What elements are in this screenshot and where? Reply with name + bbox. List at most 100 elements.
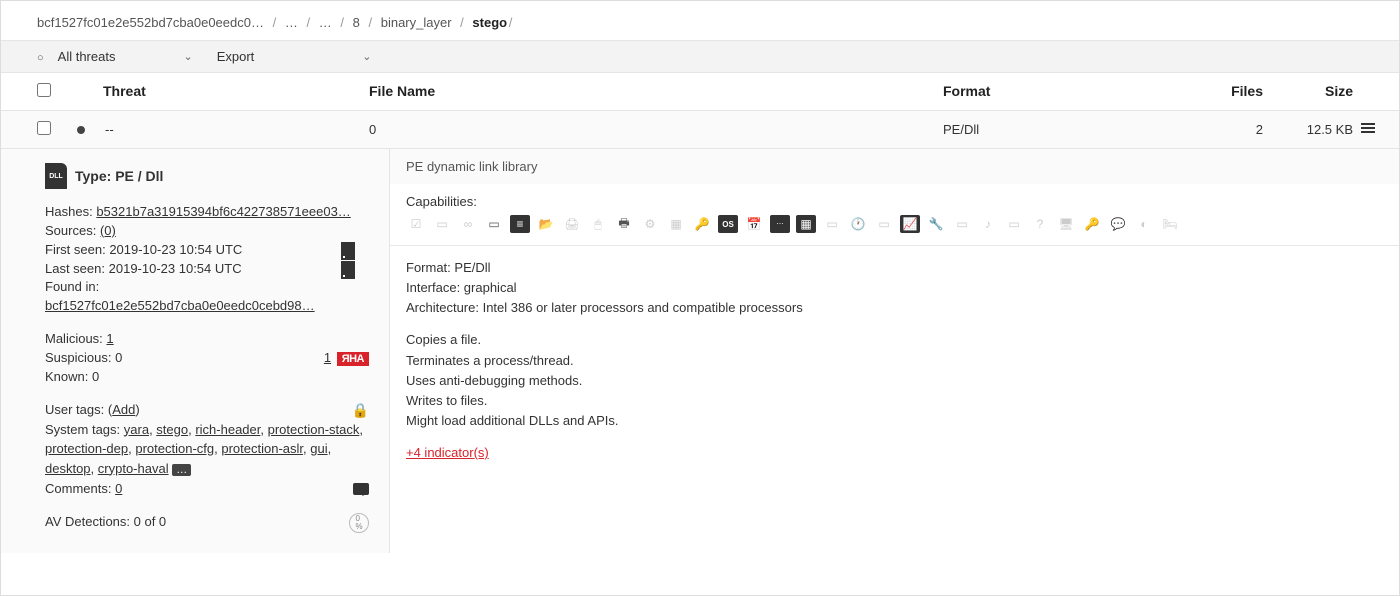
app-window: bcf1527fc01e2e552bd7cba0e0eedc0… / … / ……	[0, 0, 1400, 596]
cap-icon[interactable]: ▭	[432, 215, 452, 233]
select-all-checkbox[interactable]	[37, 83, 51, 97]
format-line: Format: PE/Dll	[406, 258, 1383, 278]
cap-icon[interactable]: ☑	[406, 215, 426, 233]
filename-value: 0	[369, 122, 943, 137]
cap-icon[interactable]: 🛏	[1160, 215, 1180, 233]
left-panel: DLL Type: PE / Dll Hashes: b5321b7a31915…	[1, 149, 389, 553]
interface-line: Interface: graphical	[406, 278, 1383, 298]
found-in-link[interactable]: bcf1527fc01e2e552bd7cba0e0eedc0cebd98…	[45, 298, 315, 313]
row-checkbox[interactable]	[37, 121, 51, 135]
cap-icon[interactable]: 🔧	[926, 215, 946, 233]
cap-icon[interactable]: ∞	[458, 215, 478, 233]
right-panel: PE dynamic link library Capabilities: ☑ …	[389, 149, 1399, 553]
chevron-down-icon: ⌄	[183, 50, 192, 63]
tag-protection-aslr[interactable]: protection-aslr	[221, 441, 303, 456]
dll-file-icon: DLL	[45, 163, 67, 189]
tag-crypto-haval[interactable]: crypto-haval	[98, 461, 169, 476]
malicious-link[interactable]: 1	[106, 331, 113, 346]
tag-yara[interactable]: yara	[124, 422, 149, 437]
cap-icon[interactable]: ⋯	[770, 215, 790, 233]
breadcrumb-hash[interactable]: bcf1527fc01e2e552bd7cba0e0eedc0…	[37, 15, 264, 30]
comments-link[interactable]: 0	[115, 481, 122, 496]
col-size[interactable]: Size	[1263, 83, 1353, 100]
cap-icon[interactable]: ≡	[510, 215, 530, 233]
cap-icon[interactable]: ▭	[952, 215, 972, 233]
col-files[interactable]: Files	[1203, 83, 1263, 100]
table-row[interactable]: -- 0 PE/Dll 2 12.5 KB	[1, 111, 1399, 148]
all-threats-label: All threats	[58, 49, 116, 64]
cap-icon[interactable]: 📂	[536, 215, 556, 233]
cap-icon[interactable]: ⚙	[640, 215, 660, 233]
first-seen-value: 2019-10-23 10:54 UTC	[109, 242, 242, 257]
cap-icon[interactable]: 🕐	[848, 215, 868, 233]
cap-icon[interactable]: ▦	[666, 215, 686, 233]
yara-count[interactable]: 1	[324, 350, 331, 365]
detection-ring-icon: 0%	[349, 513, 369, 533]
server-icon[interactable]	[341, 261, 355, 279]
hashes-link[interactable]: b5321b7a31915394bf6c422738571eee03…	[96, 204, 350, 219]
export-label: Export	[217, 49, 255, 64]
more-tags-button[interactable]: …	[172, 464, 191, 476]
sources-link[interactable]: (0)	[100, 223, 116, 238]
capabilities-label: Capabilities:	[406, 194, 1383, 209]
cap-icon[interactable]: 🖨	[562, 215, 582, 233]
size-value: 12.5 KB	[1263, 122, 1353, 137]
tag-desktop[interactable]: desktop	[45, 461, 91, 476]
cap-icon[interactable]: 🖱	[588, 215, 608, 233]
breadcrumb-p4[interactable]: binary_layer	[381, 15, 452, 30]
row-menu-icon[interactable]	[1361, 121, 1375, 135]
cap-icon[interactable]: 🔑	[1082, 215, 1102, 233]
capability-icons: ☑ ▭ ∞ ▭ ≡ 📂 🖨 🖱 🖶 ⚙ ▦ 🔑 OS 📅 ⋯ ▦ ▭	[406, 215, 1383, 233]
cap-icon[interactable]: ◐	[1134, 215, 1154, 233]
tag-stego[interactable]: stego	[156, 422, 188, 437]
tag-protection-stack[interactable]: protection-stack	[268, 422, 360, 437]
threat-value: --	[105, 122, 114, 137]
behavior-line: Might load additional DLLs and APIs.	[406, 411, 1383, 431]
tag-rich-header[interactable]: rich-header	[195, 422, 260, 437]
threats-icon	[37, 49, 50, 64]
cap-icon[interactable]: 🖥	[1056, 215, 1076, 233]
tag-protection-dep[interactable]: protection-dep	[45, 441, 128, 456]
col-filename[interactable]: File Name	[369, 83, 943, 100]
tag-gui[interactable]: gui	[310, 441, 327, 456]
type-label: Type: PE / Dll	[75, 168, 163, 184]
cap-icon[interactable]: ?	[1030, 215, 1050, 233]
add-tag-link[interactable]: Add	[112, 402, 135, 417]
cap-icon[interactable]: ▦	[796, 215, 816, 233]
breadcrumb-p2[interactable]: …	[319, 15, 332, 30]
file-description: PE dynamic link library	[390, 149, 1399, 184]
last-seen-value: 2019-10-23 10:54 UTC	[109, 261, 242, 276]
behavior-line: Writes to files.	[406, 391, 1383, 411]
breadcrumb-p1[interactable]: …	[285, 15, 298, 30]
cap-icon[interactable]: ▭	[1004, 215, 1024, 233]
export-dropdown[interactable]: Export ⌄	[217, 49, 372, 64]
col-threat[interactable]: Threat	[67, 83, 369, 100]
cap-icon[interactable]: 💬	[1108, 215, 1128, 233]
table-header: Threat File Name Format Files Size	[1, 73, 1399, 111]
cap-icon[interactable]: ♪	[978, 215, 998, 233]
detail-panel: DLL Type: PE / Dll Hashes: b5321b7a31915…	[1, 148, 1399, 553]
suspicious-value: Suspicious: 0	[45, 349, 122, 368]
col-format[interactable]: Format	[943, 83, 1203, 100]
cap-icon[interactable]: OS	[718, 215, 738, 233]
behavior-line: Uses anti-debugging methods.	[406, 371, 1383, 391]
files-value: 2	[1203, 122, 1263, 137]
lock-icon[interactable]: 🔒	[352, 402, 369, 419]
cap-icon[interactable]: 📅	[744, 215, 764, 233]
more-indicators-link[interactable]: +4 indicator(s)	[406, 445, 489, 460]
av-detections: AV Detections: 0 of 0	[45, 513, 166, 532]
cap-icon[interactable]: 🖶	[614, 215, 634, 233]
comment-icon[interactable]	[353, 483, 369, 495]
cap-icon[interactable]: ▭	[484, 215, 504, 233]
breadcrumb: bcf1527fc01e2e552bd7cba0e0eedc0… / … / ……	[1, 1, 1399, 40]
cap-icon[interactable]: ▭	[822, 215, 842, 233]
arch-line: Architecture: Intel 386 or later process…	[406, 298, 1383, 318]
cap-icon[interactable]: ▭	[874, 215, 894, 233]
yara-badge[interactable]: ЯНА	[337, 352, 369, 366]
breadcrumb-p3[interactable]: 8	[353, 15, 360, 30]
server-icon[interactable]	[341, 242, 355, 260]
tag-protection-cfg[interactable]: protection-cfg	[135, 441, 214, 456]
cap-icon[interactable]: 📈	[900, 215, 920, 233]
all-threats-dropdown[interactable]: All threats ⌄	[37, 49, 193, 64]
cap-icon[interactable]: 🔑	[692, 215, 712, 233]
